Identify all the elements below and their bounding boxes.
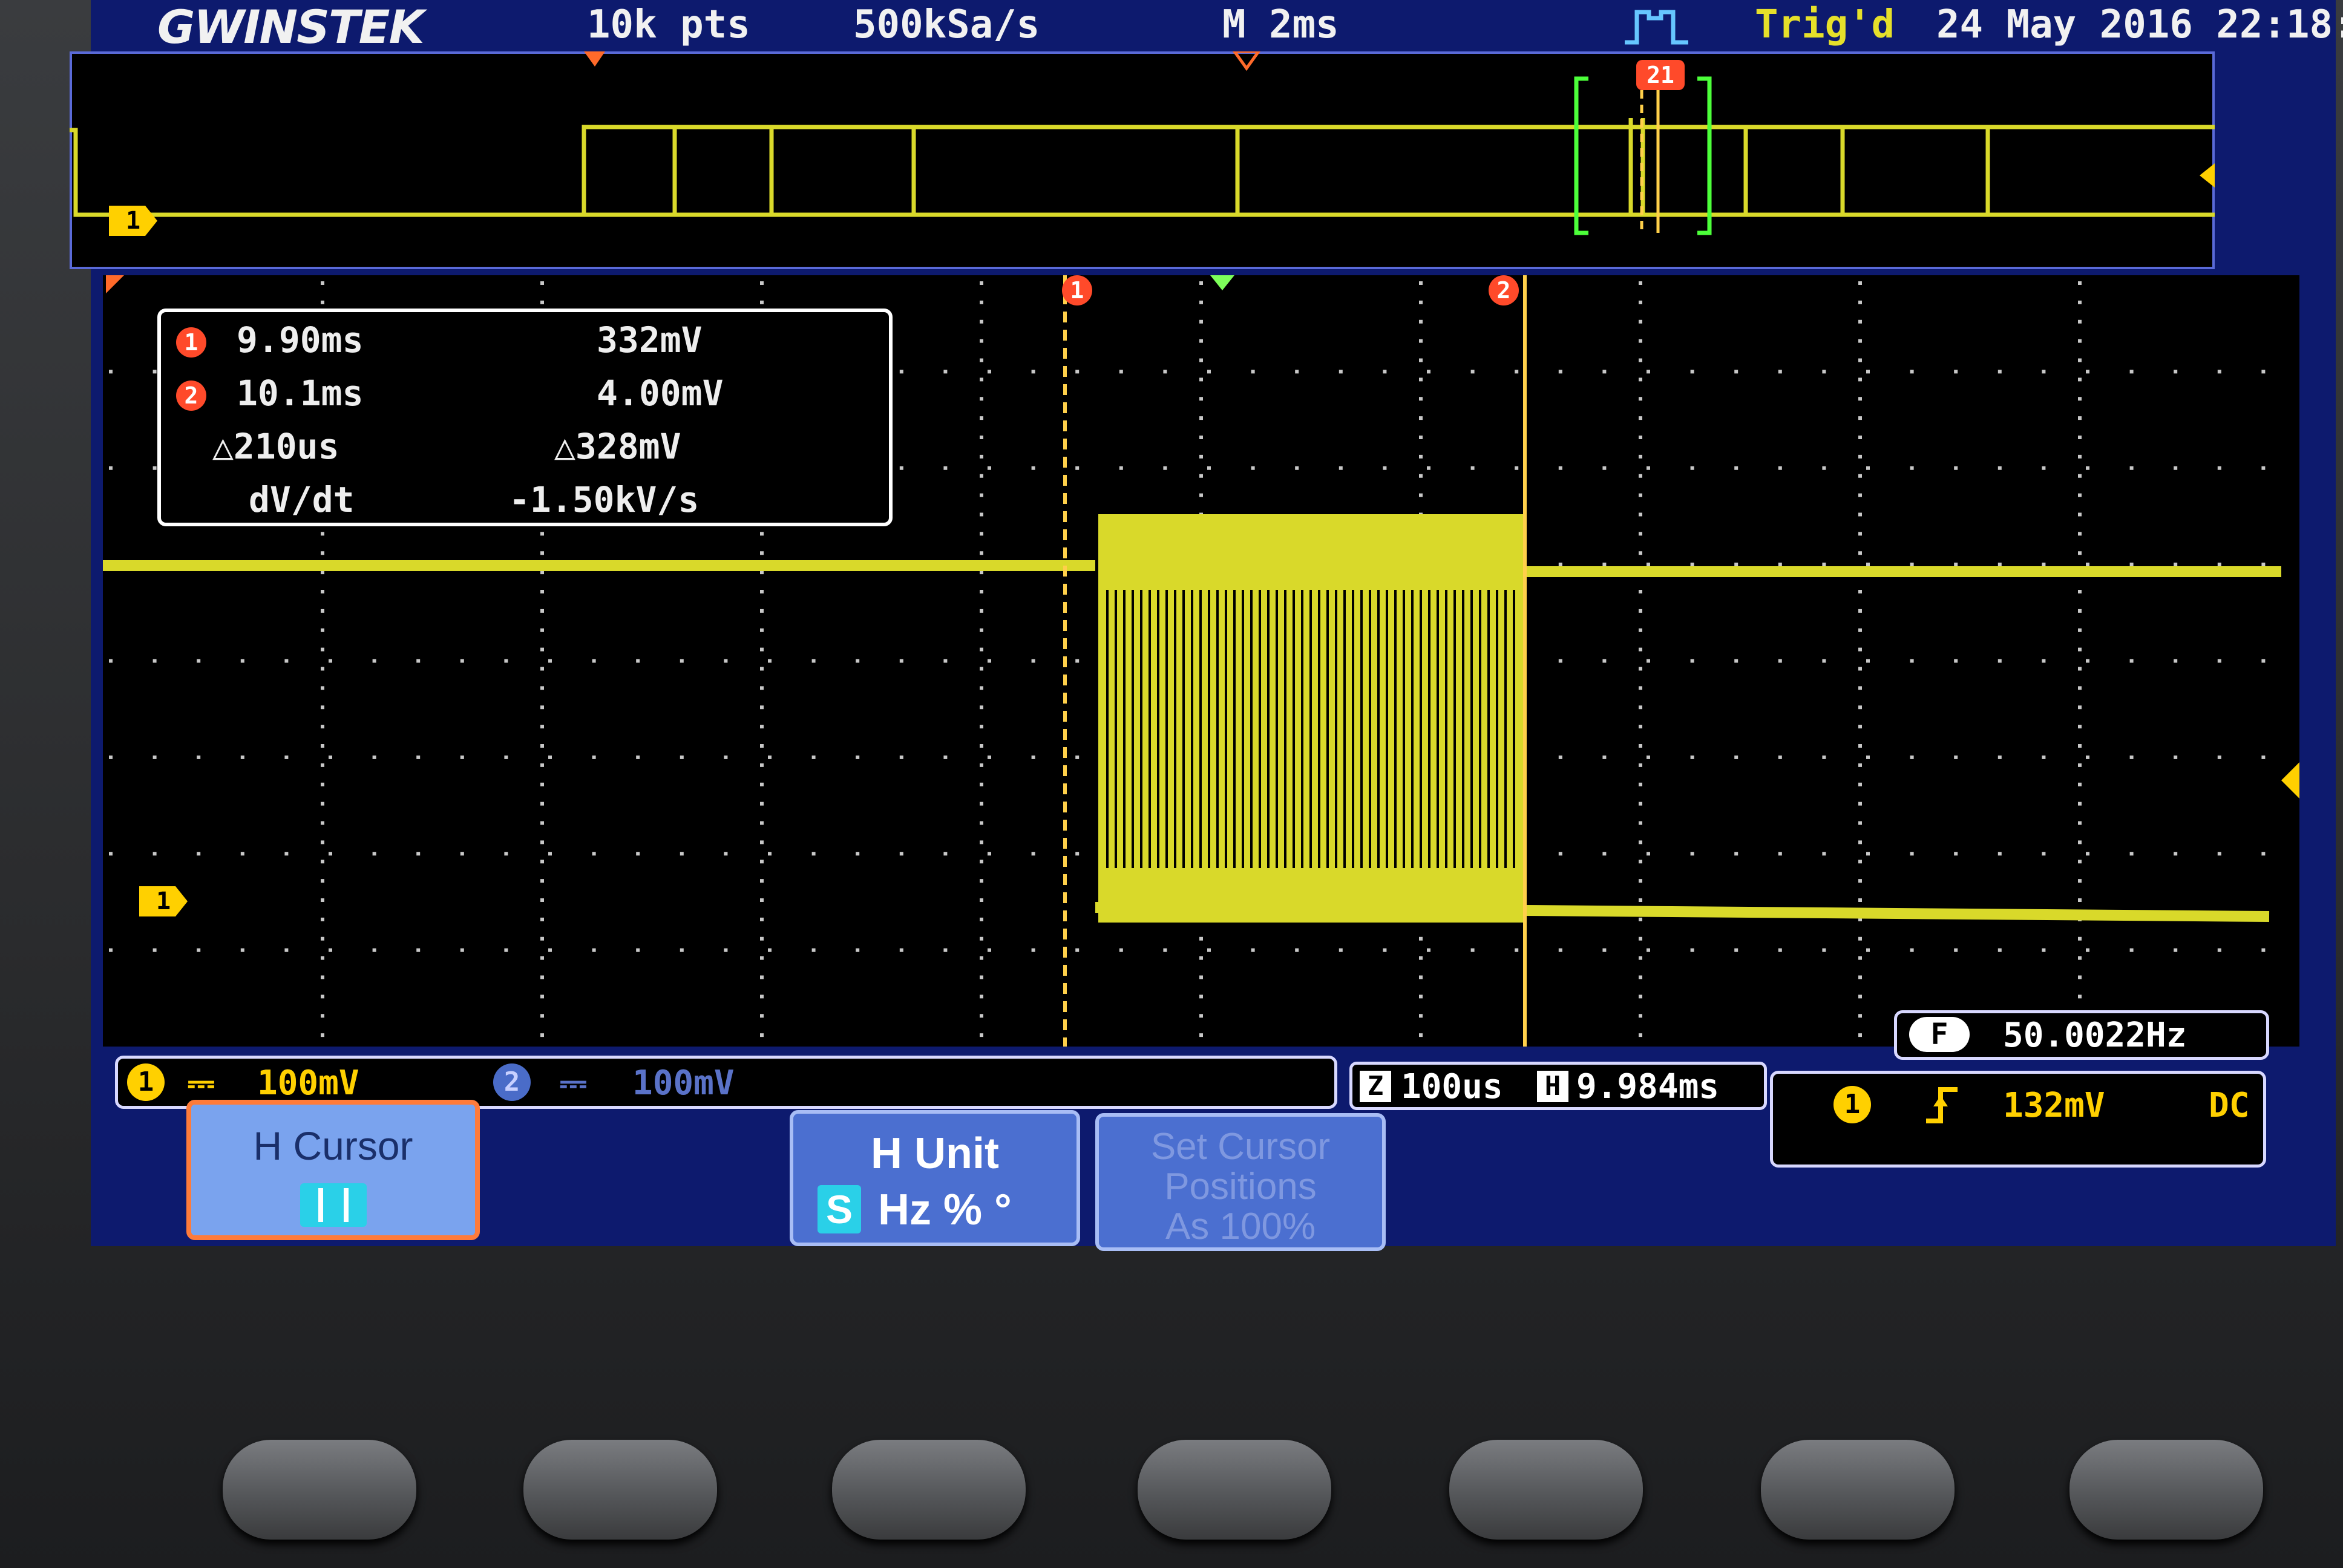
zoom-status-box: Z 100us H 9.984ms [1349, 1062, 1767, 1110]
plot-corner-marker [106, 275, 124, 293]
timebase: M 2ms [1222, 2, 1339, 47]
bezel-button-5[interactable] [1449, 1440, 1643, 1540]
sample-rate: 500kSa/s [853, 2, 1040, 47]
cursor-2-indicator: 2 [176, 381, 206, 411]
bezel-button-7[interactable] [2069, 1440, 2263, 1540]
channel-2-icon: 2 [493, 1063, 531, 1101]
cursor-1-time: 9.90ms [237, 319, 364, 361]
h-unit-selected: S [818, 1185, 861, 1233]
trigger-status-box: 1 132mV DC [1770, 1071, 2266, 1168]
cursor-measurement-panel: 1 9.90ms 332mV 2 10.1ms 4.00mV △210us △3… [157, 309, 893, 526]
channel-1-icon: 1 [127, 1063, 165, 1101]
zoom-scale: 100us [1401, 1067, 1503, 1106]
trigger-run-icon [1625, 10, 1688, 45]
overview-level-marker [2200, 163, 2215, 188]
dvdt-label: dV/dt [249, 479, 355, 520]
trigger-level-marker [2281, 762, 2299, 799]
cursor-2-time: 10.1ms [237, 373, 364, 414]
channel-2-scale: 100mV [632, 1063, 735, 1103]
bezel-button-3[interactable] [832, 1440, 1026, 1540]
set-cursor-positions-softkey[interactable]: Set Cursor Positions As 100% [1095, 1113, 1386, 1251]
set-cursor-line2: Positions [1164, 1166, 1317, 1207]
record-length: 10k pts [587, 2, 750, 47]
overview-trace [70, 118, 2215, 217]
channel-1-scale: 100mV [257, 1063, 359, 1103]
trigger-coupling: DC [2209, 1086, 2250, 1125]
channel-1-coupling-icon: ⎓ [188, 1063, 215, 1103]
date-time: 24 May 2016 22:18:11 [1936, 2, 2343, 47]
cursor-1-voltage: 332mV [597, 319, 703, 361]
dvdt-value: -1.50kV/s [509, 479, 700, 520]
cursor-1-indicator: 1 [176, 327, 206, 358]
trigger-position-marker [1210, 275, 1234, 290]
cursor-2-badge[interactable]: 2 [1489, 275, 1519, 305]
zoom-icon: Z [1360, 1071, 1391, 1102]
channel-2-coupling-icon: ⎓ [560, 1063, 587, 1103]
trigger-level: 132mV [2003, 1086, 2105, 1125]
frequency-icon: F [1909, 1017, 1970, 1052]
bezel-button-2[interactable] [523, 1440, 717, 1540]
horizontal-position: 9.984ms [1576, 1067, 1720, 1106]
h-cursor-softkey[interactable]: H Cursor [186, 1100, 480, 1240]
delta-voltage: △328mV [554, 426, 681, 467]
overview-center-marker [1232, 51, 1261, 71]
overview-cursor-badges: 21 [1636, 60, 1685, 90]
h-unit-label: H Unit [871, 1129, 999, 1178]
h-cursor-icon [300, 1183, 367, 1227]
h-unit-softkey[interactable]: H Unit S Hz % ° [790, 1110, 1080, 1246]
cursor-2-voltage: 4.00mV [597, 373, 724, 414]
trigger-source-icon: 1 [1833, 1086, 1871, 1123]
h-cursor-label: H Cursor [253, 1123, 413, 1168]
delta-time: △210us [212, 426, 339, 467]
set-cursor-line1: Set Cursor [1150, 1126, 1331, 1168]
set-cursor-line3: As 100% [1165, 1206, 1316, 1247]
bezel-button-6[interactable] [1761, 1440, 1955, 1540]
frequency-readout: F 50.0022Hz [1894, 1010, 2269, 1060]
cursor-1-badge[interactable]: 1 [1062, 275, 1092, 305]
h-unit-options: Hz % ° [878, 1186, 1012, 1234]
brand-logo: GWINSTEK [157, 0, 424, 54]
horizontal-position-icon: H [1537, 1071, 1568, 1102]
bezel-button-4[interactable] [1138, 1440, 1331, 1540]
rising-edge-icon [1926, 1087, 1958, 1123]
overview-trigger-marker [584, 51, 605, 67]
bezel-button-1[interactable] [223, 1440, 416, 1540]
trigger-status: Trig'd [1755, 2, 1895, 47]
frequency-value: 50.0022Hz [2003, 1016, 2187, 1055]
record-overview[interactable]: 21 [70, 51, 2215, 269]
